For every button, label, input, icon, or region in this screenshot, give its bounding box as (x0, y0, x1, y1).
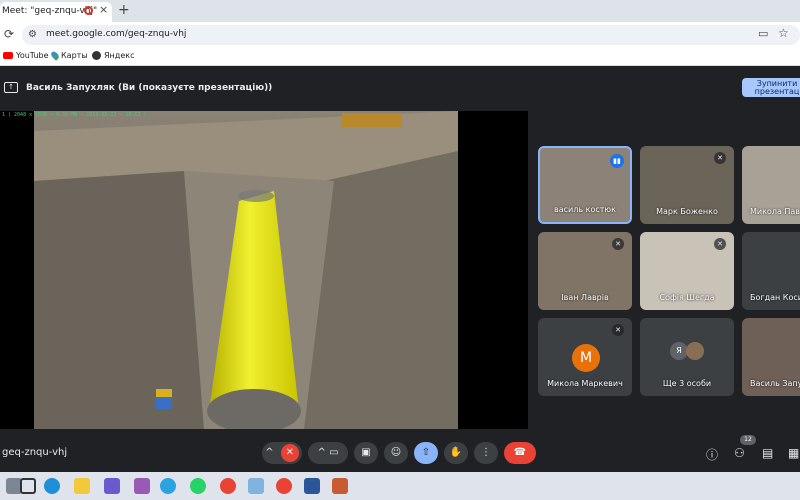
phone-hangup-icon: ☎ (513, 447, 527, 458)
chevron-up-icon[interactable]: ^ (265, 447, 273, 458)
participant-tile[interactable]: ✕ Софія Шегда (640, 232, 734, 310)
store-icon[interactable] (104, 478, 120, 494)
participant-name: Софія Шегда (659, 293, 715, 302)
address-bar[interactable]: ⚙ meet.google.com/geq-znqu-vhj ▭ ☆ (22, 25, 800, 45)
avatar: M (572, 344, 600, 372)
bookmark-youtube[interactable]: YouTube (3, 51, 49, 60)
file-explorer-icon[interactable] (74, 478, 90, 494)
participant-tile[interactable]: ▮▮ василь костюк (538, 146, 632, 224)
raise-hand-button[interactable]: ✋ (444, 442, 468, 464)
meeting-code: geq-znqu-vhj (2, 447, 68, 458)
stop-presenting-button[interactable]: Зупинити презентац (742, 78, 800, 97)
image-info-overlay: 1 ( 2048 x 1536 ~ 0.16 MB ~ 2018-05-22 ~… (2, 112, 147, 118)
viber-icon[interactable] (134, 478, 150, 494)
telegram-icon[interactable] (160, 478, 176, 494)
camera-icon[interactable]: ▭ (329, 447, 338, 458)
mic-off-icon: ✕ (714, 238, 726, 250)
emoji-icon: ☺ (390, 447, 402, 458)
present-screen-icon: ⇧ (421, 447, 431, 458)
browser-tab[interactable]: Meet: "geq-znqu-vhj" (0, 2, 112, 22)
participant-tile[interactable]: Василь Запу (742, 318, 800, 396)
mic-off-icon: ✕ (612, 238, 624, 250)
tab-title: Meet: "geq-znqu-vhj" (2, 6, 98, 16)
people-icon[interactable]: ⚇ (734, 446, 745, 460)
os-taskbar (0, 472, 800, 500)
activities-icon[interactable]: ▦ (788, 446, 799, 460)
chrome-icon[interactable] (276, 478, 292, 494)
present-screen-icon: ↑ (4, 82, 18, 93)
edge-icon[interactable] (44, 478, 60, 494)
participant-tile[interactable]: ✕ Іван Лаврів (538, 232, 632, 310)
mic-control[interactable]: ^ ✕ (262, 442, 302, 464)
presentation-stage: 1 ( 2048 x 1536 ~ 0.16 MB ~ 2018-05-22 ~… (0, 111, 528, 429)
participant-tile[interactable]: ✕ M Микола Маркевич (538, 318, 632, 396)
participant-tile[interactable]: ✕ Марк Боженко (640, 146, 734, 224)
participants-count-badge: 12 (740, 435, 756, 445)
whatsapp-icon[interactable] (190, 478, 206, 494)
app-icon[interactable] (332, 478, 348, 494)
end-call-button[interactable]: ☎ (504, 442, 536, 464)
maps-icon (49, 50, 61, 61)
participant-name: Ще 3 особи (662, 379, 712, 388)
camera-permission-icon[interactable]: ▭ (758, 27, 768, 40)
mic-off-icon: ✕ (612, 324, 624, 336)
camera-control[interactable]: ^ ▭ (308, 442, 348, 464)
chat-icon[interactable]: ▤ (762, 446, 773, 460)
info-icon[interactable]: ⓘ (706, 446, 718, 463)
reload-icon[interactable]: ⟳ (4, 27, 14, 41)
new-tab-button[interactable]: + (118, 2, 130, 18)
bookmarks-bar: YouTube Карты Яндекс (0, 48, 800, 66)
bookmark-maps[interactable]: Карты (49, 50, 88, 61)
participant-name: Богдан Коси (750, 293, 800, 302)
participant-tile[interactable]: Микола Павл (742, 146, 800, 224)
site-info-icon[interactable]: ⚙ (28, 29, 37, 40)
participant-name: василь костюк (554, 205, 616, 214)
speaking-indicator-icon: ▮▮ (610, 154, 624, 168)
chrome-icon[interactable] (220, 478, 236, 494)
youtube-icon (3, 52, 13, 59)
presenter-title: Василь Запухляк (Ви (показуєте презентац… (26, 83, 273, 93)
more-vertical-icon: ⋮ (481, 447, 491, 458)
app-icon[interactable] (248, 478, 264, 494)
presenter-bar: ↑ Василь Запухляк (Ви (показуєте презент… (0, 77, 800, 103)
close-tab-icon[interactable]: × (99, 3, 108, 16)
captions-icon: ▣ (361, 447, 371, 458)
mic-off-icon[interactable]: ✕ (280, 444, 299, 462)
mic-off-icon: ✕ (714, 152, 726, 164)
participant-name: Микола Маркевич (547, 379, 623, 388)
participant-tile[interactable]: Богдан Коси (742, 232, 800, 310)
pipeline-trench-photo (34, 111, 458, 429)
participant-name: Марк Боженко (656, 207, 718, 216)
browser-toolbar: ⟳ ⚙ meet.google.com/geq-znqu-vhj ▭ ☆ (0, 22, 800, 48)
recording-icon (84, 6, 93, 15)
avatar (686, 342, 704, 360)
participant-name: Микола Павл (750, 207, 800, 216)
present-button[interactable]: ⇧ (414, 442, 438, 464)
bookmark-star-icon[interactable]: ☆ (778, 26, 789, 40)
emoji-button[interactable]: ☺ (384, 442, 408, 464)
bookmark-yandex[interactable]: Яндекс (92, 51, 134, 60)
hand-icon: ✋ (449, 447, 463, 458)
url-text: meet.google.com/geq-znqu-vhj (46, 29, 187, 39)
word-icon[interactable] (304, 478, 320, 494)
participant-name: Василь Запу (750, 379, 800, 388)
chevron-up-icon[interactable]: ^ (317, 447, 325, 458)
yandex-icon (92, 51, 101, 60)
task-view-icon[interactable] (20, 478, 36, 494)
participant-tile[interactable]: Я Ще 3 особи (640, 318, 734, 396)
participant-name: Іван Лаврів (561, 293, 609, 302)
more-options-button[interactable]: ⋮ (474, 442, 498, 464)
browser-tab-bar: Meet: "geq-znqu-vhj" × + (0, 0, 800, 22)
captions-button[interactable]: ▣ (354, 442, 378, 464)
